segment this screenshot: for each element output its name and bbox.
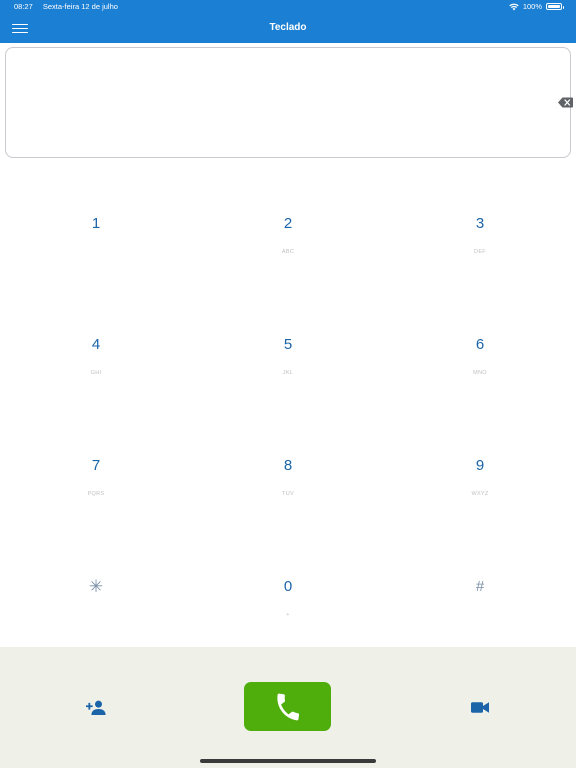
key-3[interactable]: 3 DEF (384, 160, 576, 281)
key-2[interactable]: 2 ABC (192, 160, 384, 281)
key-letters: + (286, 612, 290, 618)
key-digit: 9 (475, 457, 485, 474)
status-bar-left: 08:27 Sexta-feira 12 de julho (14, 2, 118, 11)
page-title: Teclado (269, 22, 307, 33)
key-letters: JKL (282, 370, 294, 376)
key-digit: 4 (91, 336, 101, 353)
number-display-field[interactable] (5, 47, 571, 158)
key-digit: 7 (91, 457, 101, 474)
key-4[interactable]: 4 GHI (0, 281, 192, 402)
key-5[interactable]: 5 JKL (192, 281, 384, 402)
key-letters: GHI (90, 370, 102, 376)
status-time: 08:27 (14, 2, 33, 11)
key-digit: 6 (475, 336, 485, 353)
key-1[interactable]: 1 (0, 160, 192, 281)
call-button[interactable] (244, 682, 331, 731)
key-0[interactable]: 0 + (192, 523, 384, 644)
key-digit: 2 (283, 215, 293, 232)
home-indicator[interactable] (200, 759, 376, 763)
key-digit: 5 (283, 336, 293, 353)
battery-percentage: 100% (522, 2, 542, 11)
video-camera-icon[interactable] (471, 701, 489, 714)
add-contact-icon[interactable] (86, 699, 106, 716)
key-7[interactable]: 7 PQRS (0, 402, 192, 523)
key-star[interactable]: ✳ (0, 523, 192, 644)
status-bar-right: 100% (509, 2, 564, 11)
keypad: 1 2 ABC 3 DEF 4 GHI 5 JKL 6 MNO 7 PQRS 8… (0, 160, 576, 644)
key-digit: ✳ (88, 577, 104, 596)
key-6[interactable]: 6 MNO (384, 281, 576, 402)
status-date: Sexta-feira 12 de julho (42, 2, 118, 11)
key-9[interactable]: 9 WXYZ (384, 402, 576, 523)
phone-icon (276, 693, 299, 720)
key-letters: DEF (474, 249, 486, 255)
key-letters: WXYZ (471, 491, 489, 497)
key-hash[interactable]: # (384, 523, 576, 644)
battery-icon (546, 3, 564, 10)
wifi-icon (509, 3, 519, 10)
key-digit: 1 (91, 215, 101, 232)
key-letters: ABC (281, 249, 295, 255)
key-letters: TUV (282, 491, 294, 497)
key-8[interactable]: 8 TUV (192, 402, 384, 523)
key-digit: 3 (475, 215, 485, 232)
top-bar: 08:27 Sexta-feira 12 de julho 100% Tecla… (0, 0, 576, 43)
key-digit: 0 (283, 578, 293, 595)
key-letters: PQRS (87, 491, 105, 497)
key-letters: MNO (473, 370, 487, 376)
key-digit: 8 (283, 457, 293, 474)
backspace-icon[interactable] (558, 97, 573, 108)
key-digit: # (475, 578, 485, 595)
